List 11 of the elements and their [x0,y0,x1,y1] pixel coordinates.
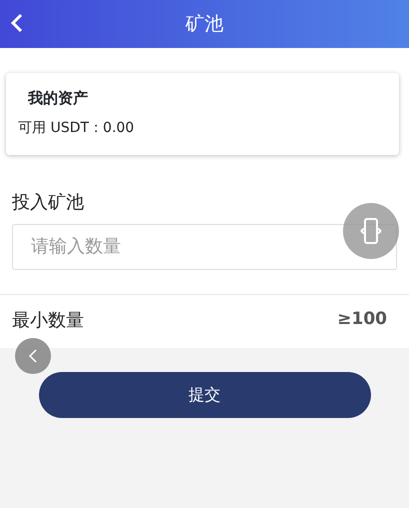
assets-title: 我的资产 [28,88,89,109]
chevron-left-icon [28,348,38,364]
deposit-label: 投入矿池 [11,190,85,214]
floating-back-button[interactable] [15,338,51,374]
back-icon[interactable] [10,12,24,34]
page-title: 矿池 [186,12,224,37]
balance-text: 可用 USDT：0.00 [18,118,136,138]
minimum-value: ≥100 [337,308,387,332]
submit-button[interactable]: 提交 [38,372,370,418]
minimum-label: 最小数量 [12,308,84,332]
amount-field[interactable]: 请输入数量 [12,224,397,270]
